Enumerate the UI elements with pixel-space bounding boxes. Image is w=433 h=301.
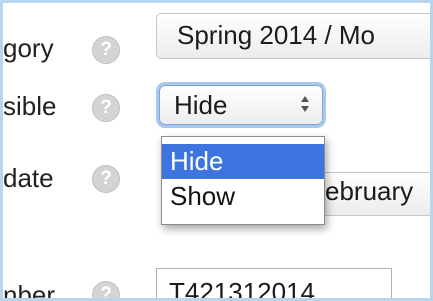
updown-arrows-icon bbox=[301, 96, 309, 112]
help-icon[interactable]: ? bbox=[92, 94, 120, 122]
help-icon[interactable]: ? bbox=[92, 281, 120, 298]
id-number-input[interactable]: T421312014 bbox=[156, 268, 392, 298]
start-date-label: date bbox=[3, 163, 54, 193]
id-number-label: nber bbox=[3, 280, 56, 301]
visible-label: sible bbox=[3, 91, 57, 121]
dropdown-option-hide[interactable]: Hide bbox=[162, 144, 324, 179]
form-frame: gory ? Spring 2014 / Mo sible ? Hide dat… bbox=[0, 0, 433, 301]
visible-dropdown-list: Hide Show bbox=[161, 136, 325, 225]
help-icon[interactable]: ? bbox=[92, 165, 120, 193]
visible-select-value: Hide bbox=[174, 90, 228, 120]
category-select[interactable]: Spring 2014 / Mo bbox=[156, 13, 430, 59]
dropdown-option-show[interactable]: Show bbox=[162, 179, 324, 214]
help-icon[interactable]: ? bbox=[92, 36, 120, 64]
category-label: gory bbox=[3, 33, 54, 63]
visible-select[interactable]: Hide bbox=[159, 85, 323, 125]
